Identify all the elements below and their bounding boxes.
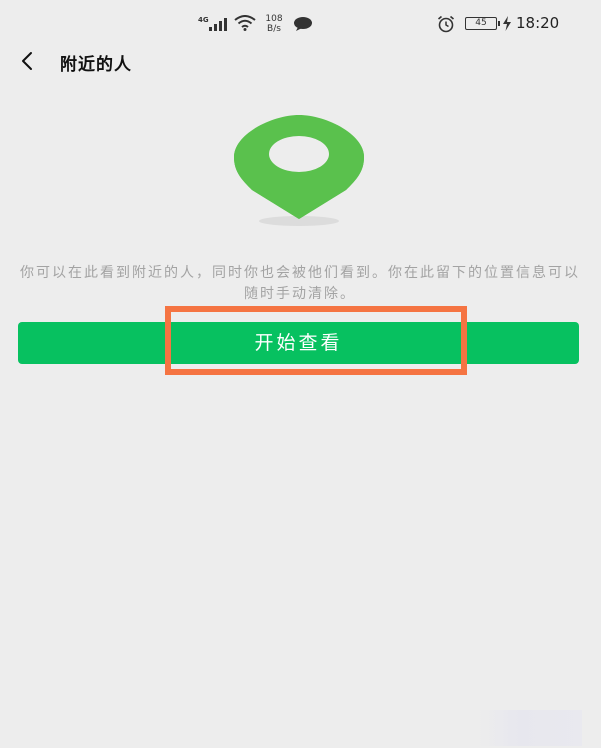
status-bar: 4G 108 B/s 45 18:20 [0,0,601,46]
description-text: 你可以在此看到附近的人，同时你也会被他们看到。你在此留下的位置信息可以随时手动清… [20,265,580,302]
signal-icon [209,18,227,31]
message-bubble-icon [294,17,312,31]
location-pin-icon [234,115,364,226]
network-speed-unit: B/s [267,24,281,34]
navigation-bar: 附近的人 [0,46,601,76]
network-speed: 108 B/s [263,14,285,34]
nearby-people-screen: 4G 108 B/s 45 18:20 附近的人 你可以在此看到附近的人，同时你… [0,0,601,748]
wifi-icon [234,15,256,31]
page-title: 附近的人 [60,55,132,75]
back-button[interactable] [14,46,42,76]
network-speed-value: 108 [265,14,283,24]
chevron-left-icon [22,52,32,70]
charging-bolt-icon [503,16,511,31]
battery-icon: 45 [465,17,500,30]
start-viewing-button[interactable]: 开始查看 [18,322,579,364]
clock-time: 18:20 [516,14,560,32]
alarm-clock-icon [437,15,455,33]
bottom-bar-shade [478,710,582,746]
